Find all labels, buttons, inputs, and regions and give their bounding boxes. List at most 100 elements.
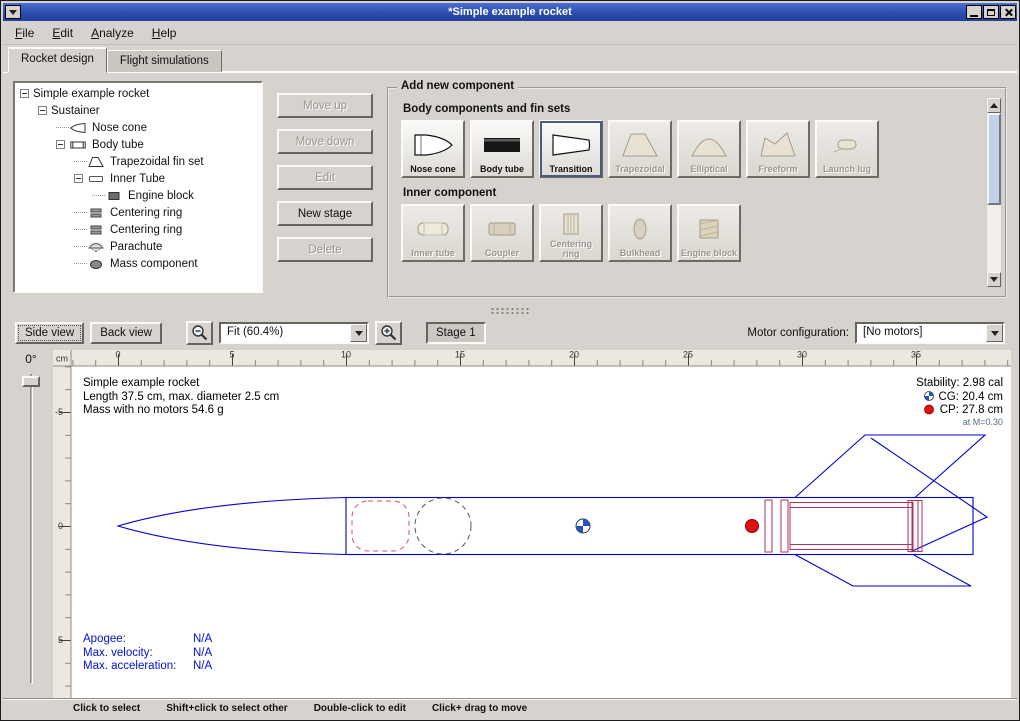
side-view-button[interactable]: Side view bbox=[15, 322, 84, 344]
add-transition-button[interactable]: Transition bbox=[539, 120, 603, 178]
ruler-tick-label: 25 bbox=[683, 350, 693, 360]
tree-item-sustainer[interactable]: Sustainer bbox=[17, 102, 261, 119]
add-bulkhead-button[interactable]: Bulkhead bbox=[608, 204, 672, 262]
move-down-button[interactable]: Move down bbox=[277, 129, 373, 154]
delete-button[interactable]: Delete bbox=[277, 237, 373, 262]
tree-item-nose-cone[interactable]: Nose cone bbox=[17, 119, 261, 136]
rotation-slider-track[interactable] bbox=[30, 374, 33, 684]
centering-ring-outline[interactable] bbox=[765, 500, 772, 552]
chevron-down-icon[interactable] bbox=[986, 324, 1003, 342]
new-stage-button[interactable]: New stage bbox=[277, 201, 373, 226]
menu-edit[interactable]: Edit bbox=[44, 23, 81, 43]
collapse-toggle-icon[interactable] bbox=[74, 174, 83, 183]
add-body-tube-button[interactable]: Body tube bbox=[470, 120, 534, 178]
component-scrollbar[interactable] bbox=[986, 97, 1002, 288]
centering-ring-outline[interactable] bbox=[781, 500, 788, 552]
window-menu-icon[interactable] bbox=[5, 5, 21, 19]
cg-marker[interactable] bbox=[576, 519, 590, 533]
add-centering-ring-button[interactable]: Centering ring bbox=[539, 204, 603, 262]
minimize-icon bbox=[970, 15, 978, 17]
rocket-canvas[interactable]: 0 5 10 15 20 25 30 35 -5 0 5 bbox=[53, 350, 1011, 698]
add-inner-tube-button[interactable]: Inner tube bbox=[401, 204, 465, 262]
internal-components[interactable] bbox=[352, 498, 922, 554]
tree-item-centering-ring-2[interactable]: Centering ring bbox=[17, 221, 261, 238]
rotation-slider-thumb[interactable] bbox=[22, 376, 40, 387]
zoom-in-button[interactable] bbox=[375, 321, 402, 345]
engine-block-icon bbox=[687, 209, 731, 248]
acceleration-label: Max. acceleration: bbox=[83, 660, 176, 672]
titlebar[interactable]: *Simple example rocket bbox=[3, 3, 1017, 21]
rocket-figure[interactable]: 0 5 10 15 20 25 30 35 -5 0 5 bbox=[53, 350, 1011, 698]
cp-marker[interactable] bbox=[746, 520, 759, 533]
engine-block-outline[interactable] bbox=[908, 501, 922, 552]
tree-item-centering-ring-1[interactable]: Centering ring bbox=[17, 204, 261, 221]
tree-connector bbox=[74, 229, 87, 230]
minimize-button[interactable] bbox=[966, 5, 982, 19]
body-tube-outline[interactable] bbox=[346, 498, 973, 555]
menu-analyze[interactable]: Analyze bbox=[83, 23, 142, 43]
ruler-tick-label: -5 bbox=[55, 407, 63, 417]
tree-item-label: Centering ring bbox=[110, 207, 182, 219]
tab-rocket-design[interactable]: Rocket design bbox=[8, 47, 107, 73]
scroll-up-icon[interactable] bbox=[987, 98, 1001, 113]
inner-tube-outline[interactable] bbox=[790, 503, 913, 550]
lower-fin[interactable] bbox=[795, 555, 971, 587]
add-freeform-fin-button[interactable]: Freeform bbox=[746, 120, 810, 178]
body-tube-icon bbox=[480, 125, 524, 164]
tree-item-body-tube[interactable]: Body tube bbox=[17, 136, 261, 153]
collapse-toggle-icon[interactable] bbox=[38, 106, 47, 115]
back-view-button[interactable]: Back view bbox=[90, 322, 162, 344]
parachute-outline[interactable] bbox=[352, 501, 409, 551]
tree-item-engine-block[interactable]: Engine block bbox=[17, 187, 261, 204]
chevron-down-icon[interactable] bbox=[350, 324, 367, 342]
zoom-select[interactable]: Fit (60.4%) bbox=[219, 322, 369, 344]
scrollbar-track[interactable] bbox=[987, 113, 1001, 272]
flight-info: Apogee: N/A Max. velocity: N/A Max. acce… bbox=[83, 633, 213, 672]
motor-configuration-select[interactable]: [No motors] bbox=[855, 322, 1005, 344]
add-nose-cone-button[interactable]: Nose cone bbox=[401, 120, 465, 178]
move-up-button[interactable]: Move up bbox=[277, 93, 373, 118]
add-engine-block-button[interactable]: Engine block bbox=[677, 204, 741, 262]
status-hint: Click+ drag to move bbox=[432, 703, 527, 714]
scroll-down-icon[interactable] bbox=[987, 272, 1001, 287]
menu-file[interactable]: File bbox=[7, 23, 42, 43]
apogee-value: N/A bbox=[193, 633, 213, 645]
menu-help[interactable]: Help bbox=[144, 23, 185, 43]
vertical-ruler: -5 0 5 bbox=[53, 366, 71, 698]
zoom-out-button[interactable] bbox=[186, 321, 213, 345]
tree-item-fin-set[interactable]: Trapezoidal fin set bbox=[17, 153, 261, 170]
maximize-button[interactable] bbox=[983, 5, 999, 19]
component-tree[interactable]: Simple example rocket Sustainer Nose con… bbox=[13, 81, 263, 293]
design-panel: Simple example rocket Sustainer Nose con… bbox=[3, 72, 1017, 304]
motor-configuration-label: Motor configuration: bbox=[747, 327, 849, 339]
tree-item-mass-component[interactable]: Mass component bbox=[17, 255, 261, 272]
scrollbar-thumb[interactable] bbox=[987, 113, 1001, 205]
splitter-handle[interactable] bbox=[490, 307, 530, 314]
ruler-tick-label: 20 bbox=[569, 350, 579, 360]
edit-button[interactable]: Edit bbox=[277, 165, 373, 190]
window-menu-arrow-icon bbox=[9, 10, 17, 15]
mass-component-outline[interactable] bbox=[415, 498, 471, 554]
rotation-slider[interactable] bbox=[20, 374, 42, 684]
collapse-toggle-icon[interactable] bbox=[56, 140, 65, 149]
close-button[interactable] bbox=[1000, 5, 1016, 19]
tab-flight-simulations[interactable]: Flight simulations bbox=[107, 50, 222, 72]
rotation-control: 0° bbox=[9, 350, 53, 698]
add-launch-lug-button[interactable]: Launch lug bbox=[815, 120, 879, 178]
stability-text: Stability: 2.98 cal bbox=[916, 377, 1003, 389]
side-fin-projection[interactable] bbox=[871, 438, 987, 552]
tree-item-rocket[interactable]: Simple example rocket bbox=[17, 85, 261, 102]
tree-item-label: Centering ring bbox=[110, 224, 182, 236]
nose-cone-outline[interactable] bbox=[118, 498, 346, 555]
view-toolbar: Side view Back view Fit (60.4%) Stage 1 … bbox=[3, 316, 1017, 350]
stage-1-toggle[interactable]: Stage 1 bbox=[426, 322, 486, 344]
add-trapezoidal-fin-button[interactable]: Trapezoidal bbox=[608, 120, 672, 178]
tree-item-inner-tube[interactable]: Inner Tube bbox=[17, 170, 261, 187]
tree-item-parachute[interactable]: Parachute bbox=[17, 238, 261, 255]
add-coupler-button[interactable]: Coupler bbox=[470, 204, 534, 262]
add-elliptical-fin-button[interactable]: Elliptical bbox=[677, 120, 741, 178]
collapse-toggle-icon[interactable] bbox=[20, 89, 29, 98]
statusbar: Click to select Shift+click to select ot… bbox=[3, 698, 1017, 718]
rocket-drawing[interactable] bbox=[118, 435, 987, 586]
upper-fin[interactable] bbox=[795, 435, 985, 498]
